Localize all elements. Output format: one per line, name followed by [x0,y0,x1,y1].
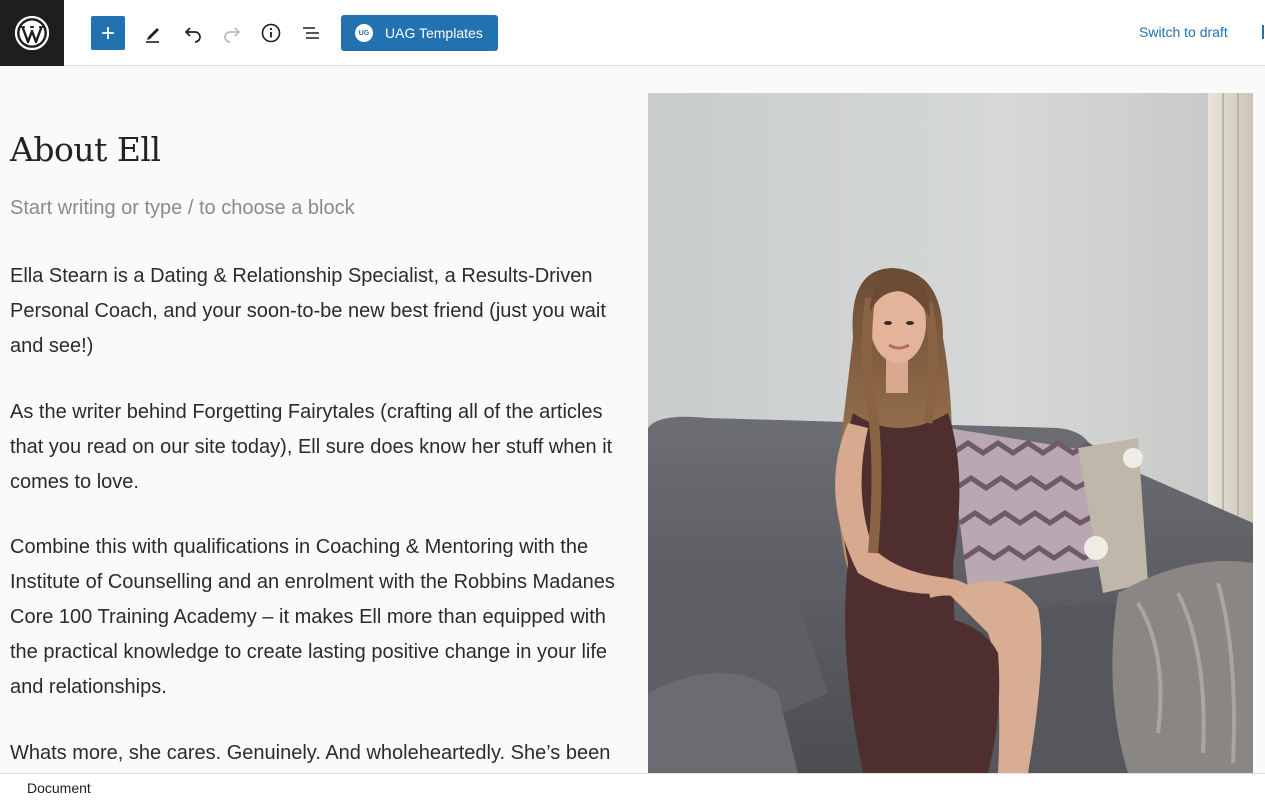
switch-to-draft-link[interactable]: Switch to draft [1139,24,1228,40]
list-view-button[interactable] [294,16,328,50]
redo-button[interactable] [215,16,249,50]
paragraph-block[interactable]: Whats more, she cares. Genuinely. And wh… [10,736,622,771]
wordpress-icon[interactable] [0,0,64,66]
undo-button[interactable] [176,16,210,50]
uag-templates-label: UAG Templates [385,25,483,41]
plus-icon [102,27,114,39]
editor-header: UG UAG Templates Switch to draft [0,0,1265,66]
list-view-icon [303,27,319,39]
pencil-icon [146,28,159,43]
info-icon [261,23,281,43]
editor-canvas: About Ell Start writing or type / to cho… [0,66,1265,773]
details-button[interactable] [254,16,288,50]
paragraph-block[interactable]: Ella Stearn is a Dating & Relationship S… [10,259,622,364]
block-breadcrumb-bar: Document [0,773,1265,800]
document-breadcrumb[interactable]: Document [27,780,91,796]
block-placeholder[interactable]: Start writing or type / to choose a bloc… [10,197,355,220]
image-block[interactable] [648,93,1253,773]
post-title[interactable]: About Ell [10,130,161,169]
toolbar-edge-marker [1262,25,1264,39]
paragraph-block[interactable]: Combine this with qualifications in Coac… [10,530,622,705]
tools-button[interactable] [136,16,170,50]
add-block-button[interactable] [91,16,125,50]
uag-templates-button[interactable]: UG UAG Templates [341,15,498,51]
undo-icon [184,27,201,43]
portrait-photo [648,93,1253,773]
paragraph-block[interactable]: As the writer behind Forgetting Fairytal… [10,395,622,500]
redo-icon [224,27,241,43]
uag-logo-icon: UG [355,24,373,42]
